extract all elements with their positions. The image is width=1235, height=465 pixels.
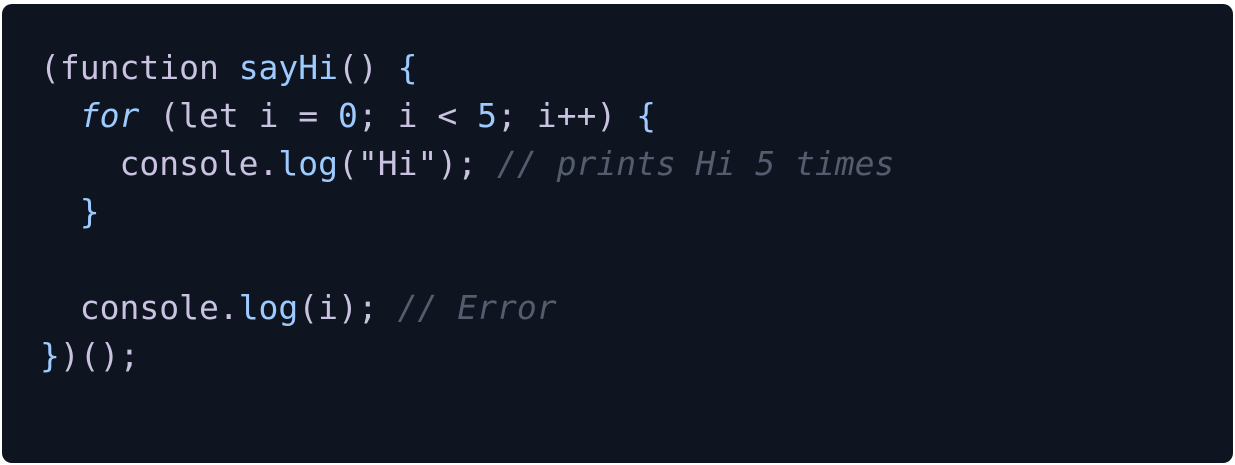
code-block: (function sayHi() { for (let i = 0; i < … (2, 4, 1233, 463)
code-token: (function (40, 48, 239, 87)
code-token: (let i = (139, 96, 339, 135)
code-comment: // prints Hi 5 times (496, 144, 895, 183)
code-token: { (636, 96, 656, 135)
code-token: log (278, 144, 339, 183)
code-token: () (338, 48, 398, 87)
code-line: (function sayHi() { (40, 44, 894, 92)
code-comment: // Error (397, 288, 557, 327)
code-token: sayHi (238, 48, 339, 87)
code-token: ; i++) (497, 96, 637, 135)
code-line: })(); (40, 332, 894, 380)
code-token: { (397, 48, 418, 87)
code-token: ("Hi"); (338, 144, 497, 183)
code-line: for (let i = 0; i < 5; i++) { (40, 92, 894, 140)
code-token: ; i < (357, 96, 478, 135)
code-token: console. (40, 144, 279, 183)
code-token: } (40, 336, 60, 375)
code-token: 5 (477, 96, 498, 135)
code-token: console. (40, 288, 239, 327)
code-token: 0 (338, 96, 358, 135)
code-line: } (40, 188, 894, 236)
code-token: )(); (59, 336, 140, 375)
code-token: log (238, 288, 299, 327)
code-token: for (79, 96, 140, 135)
code-content: (function sayHi() { for (let i = 0; i < … (40, 44, 894, 380)
code-token: } (79, 192, 100, 231)
code-token: (i); (298, 288, 398, 327)
code-line: console.log(i); // Error (40, 284, 894, 332)
code-line: console.log("Hi"); // prints Hi 5 times (40, 140, 894, 188)
